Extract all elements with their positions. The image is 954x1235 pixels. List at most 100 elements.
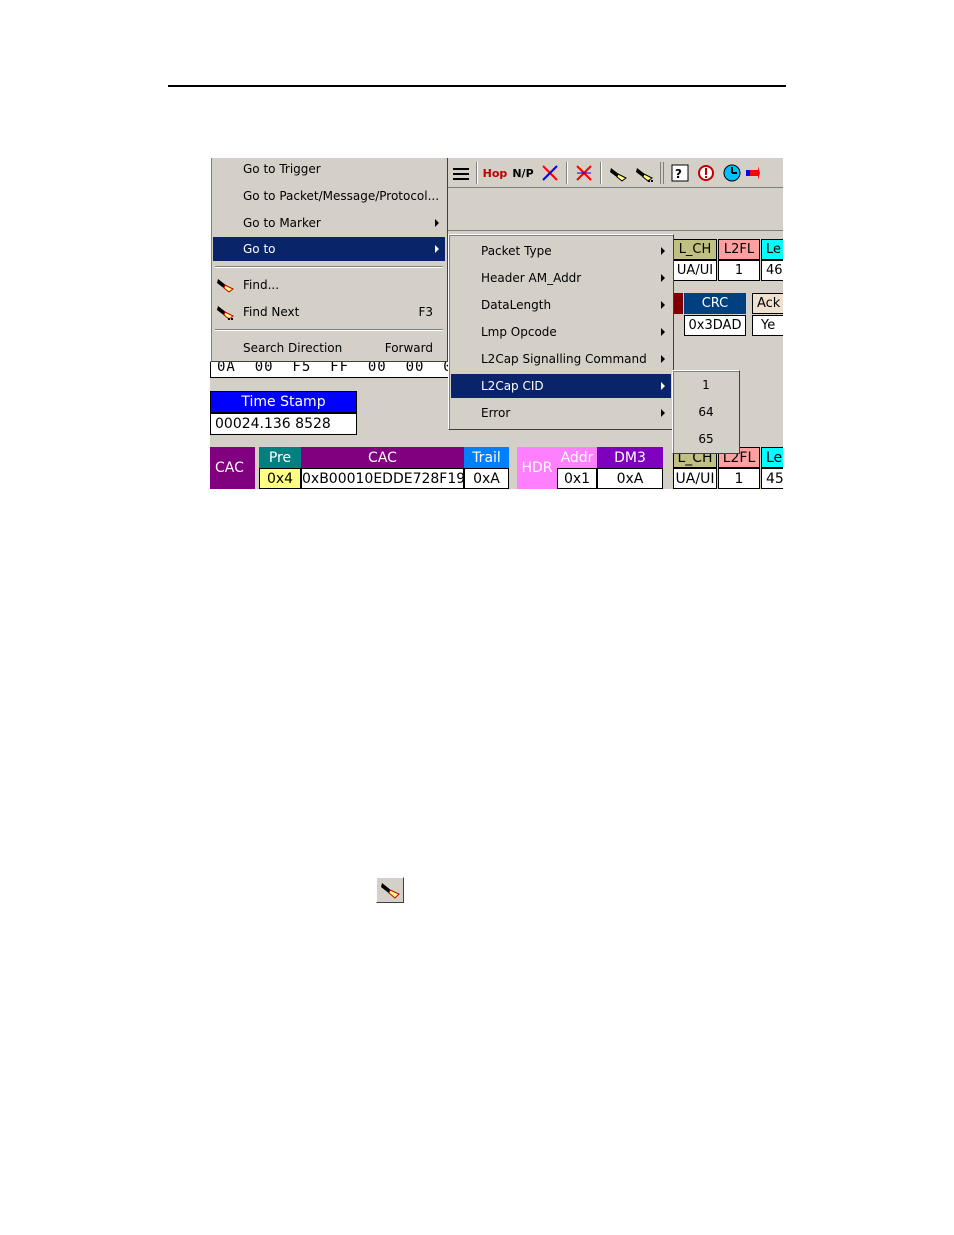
submenu-arrow-icon (435, 245, 439, 253)
filter-bar (446, 189, 783, 231)
menu-item-label: Find... (243, 278, 280, 292)
menu-item-label: Error (481, 406, 511, 420)
menu-item-label: Search Direction (243, 341, 343, 355)
menu-item-label: 65 (698, 432, 714, 446)
menu-item-label: Find Next (243, 305, 300, 319)
toolbar-separator (476, 162, 478, 184)
menu-item-label: DataLength (481, 298, 552, 312)
toolbar-separator (600, 162, 602, 184)
submenu-arrow-icon (661, 328, 665, 336)
menu-item-label: Go to (243, 242, 276, 256)
trail-value: 0xA (464, 468, 509, 489)
menu-item-label: Go to Marker (243, 216, 321, 230)
toolbar: Hop N/P ? (446, 158, 783, 188)
menu-item-find[interactable]: Find... (213, 273, 445, 297)
menu-item-label: L2Cap Signalling Command (481, 352, 647, 366)
menu-separator (215, 329, 443, 331)
submenu-arrow-icon (435, 219, 439, 227)
menu-item-label: Lmp Opcode (481, 325, 557, 339)
hop-button[interactable]: Hop (482, 160, 508, 186)
filter-x-icon[interactable] (538, 160, 562, 186)
arrow-icon[interactable] (746, 160, 766, 186)
alert-icon[interactable] (694, 160, 718, 186)
menu-item-l2cap-signalling[interactable]: L2Cap Signalling Command (451, 347, 671, 371)
clock-icon[interactable] (720, 160, 744, 186)
le-header: Le (761, 239, 783, 260)
menu-item-label: Go to Trigger (243, 162, 321, 176)
toolbar-separator (660, 162, 664, 184)
lch-value-2: UA/UI (673, 468, 717, 489)
le-value: 46 (761, 260, 783, 281)
submenu-arrow-icon (661, 409, 665, 417)
cac-value: 0xB00010EDDE728F19 (301, 468, 464, 489)
find-next-flashlight-icon (217, 306, 234, 320)
ack-header: Ack (752, 293, 783, 314)
submenu-arrow-icon (661, 301, 665, 309)
submenu-arrow-icon (661, 247, 665, 255)
l2fl-header: L2FL (718, 239, 760, 260)
menu-item-cid-65[interactable]: 65 (675, 427, 737, 451)
find-flashlight-icon[interactable] (606, 160, 630, 186)
goto-submenu: Packet Type Header AM_Addr DataLength Lm… (448, 234, 674, 430)
menu-lines-icon[interactable] (450, 160, 472, 186)
menu-item-shortcut: F3 (418, 305, 433, 319)
ack-value: Ye (752, 315, 783, 336)
menu-item-label: 1 (702, 378, 710, 392)
dm3-value: 0xA (597, 468, 663, 489)
menu-item-go-to-packet[interactable]: Go to Packet/Message/Protocol... (213, 184, 445, 208)
menu-item-find-next[interactable]: Find Next F3 (213, 300, 445, 324)
menu-item-error[interactable]: Error (451, 401, 671, 425)
menu-item-header-am-addr[interactable]: Header AM_Addr (451, 266, 671, 290)
menu-item-go-to[interactable]: Go to (213, 237, 445, 261)
dm3-header: DM3 (597, 447, 663, 468)
screenshot-frame: Hop N/P ? L_CH L2FL Le UA/UI 1 46 CRC 0x… (210, 158, 783, 489)
toolbar-separator (566, 162, 568, 184)
pre-value: 0x4 (259, 468, 301, 489)
le-header-2: Le (761, 447, 783, 468)
pre-header: Pre (259, 447, 301, 468)
menu-item-datalength[interactable]: DataLength (451, 293, 671, 317)
help-icon[interactable]: ? (668, 160, 692, 186)
crc-value: 0x3DAD (684, 315, 746, 336)
page-top-rule (168, 85, 786, 87)
l2cap-cid-submenu: 1 64 65 (672, 370, 740, 454)
cac-header: CAC (301, 447, 464, 468)
hdr-label: HDR (517, 447, 557, 489)
svg-text:?: ? (675, 167, 682, 181)
find-flashlight-icon (217, 279, 234, 293)
np-button[interactable]: N/P (510, 160, 536, 186)
submenu-arrow-icon (661, 355, 665, 363)
menu-item-l2cap-cid[interactable]: L2Cap CID (451, 374, 671, 398)
submenu-arrow-icon (661, 382, 665, 390)
submenu-arrow-icon (661, 274, 665, 282)
l2fl-value-2: 1 (718, 468, 760, 489)
menu-item-go-to-marker[interactable]: Go to Marker (213, 211, 445, 235)
menu-item-cid-1[interactable]: 1 (675, 373, 737, 397)
le-value-2: 45 (761, 468, 783, 489)
cac-label: CAC (210, 447, 255, 489)
menu-item-lmp-opcode[interactable]: Lmp Opcode (451, 320, 671, 344)
l2fl-value: 1 (718, 260, 760, 281)
find-toolbar-button[interactable] (376, 877, 404, 903)
menu-item-go-to-trigger[interactable]: Go to Trigger (213, 158, 445, 181)
lch-value: UA/UI (673, 260, 717, 281)
lch-header: L_CH (673, 239, 717, 260)
clear-filter-icon[interactable] (572, 160, 596, 186)
menu-item-cid-64[interactable]: 64 (675, 400, 737, 424)
dark-red-block (673, 293, 683, 314)
addr-header: Addr (557, 447, 597, 468)
menu-item-packet-type[interactable]: Packet Type (451, 239, 671, 263)
menu-item-label: Packet Type (481, 244, 552, 258)
timestamp-header: Time Stamp (210, 391, 357, 413)
crc-header: CRC (684, 293, 746, 314)
menu-separator (215, 266, 443, 268)
search-menu: Go to Trigger Go to Packet/Message/Proto… (210, 158, 448, 362)
menu-item-search-direction[interactable]: Search Direction Forward (213, 336, 445, 360)
addr-value: 0x1 (557, 468, 597, 489)
timestamp-value: 00024.136 8528 (210, 413, 357, 435)
find-flashlight-icon (381, 883, 400, 899)
menu-item-label: Go to Packet/Message/Protocol... (243, 189, 440, 203)
menu-item-label: L2Cap CID (481, 379, 544, 393)
menu-item-label: 64 (698, 405, 714, 419)
find-next-flashlight-icon[interactable] (632, 160, 656, 186)
